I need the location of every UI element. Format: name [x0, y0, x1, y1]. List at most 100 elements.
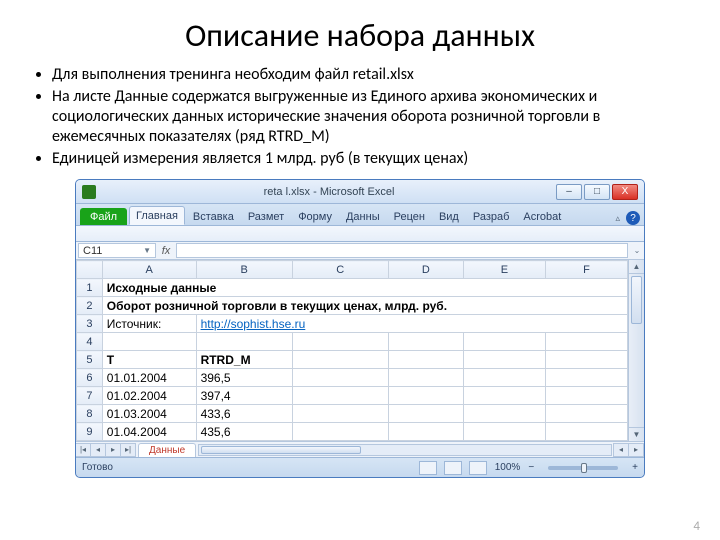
cell[interactable]: Исходные данные	[102, 279, 627, 297]
cell[interactable]	[388, 423, 463, 441]
cell[interactable]	[292, 423, 388, 441]
sheet-nav-first[interactable]: |◂	[75, 443, 91, 457]
cell[interactable]	[463, 351, 545, 369]
formula-bar[interactable]	[176, 243, 628, 258]
sheet-nav-next[interactable]: ▸	[105, 443, 121, 457]
row-header[interactable]: 6	[77, 369, 103, 387]
help-icon[interactable]: ?	[626, 211, 640, 225]
formula-bar-expand-icon[interactable]: ⌄	[630, 242, 644, 259]
namebox[interactable]: C11 ▼	[78, 243, 156, 258]
cell[interactable]: Источник:	[102, 315, 196, 333]
view-normal-button[interactable]	[419, 461, 437, 475]
row-header[interactable]: 4	[77, 333, 103, 351]
file-tab[interactable]: Файл	[80, 208, 127, 225]
formula-bar-row: C11 ▼ fx ⌄	[76, 242, 644, 260]
col-header[interactable]: C	[292, 261, 388, 279]
cell[interactable]	[463, 423, 545, 441]
ribbon-tabstrip: Файл Главная Вставка Размет Форму Данны …	[76, 204, 644, 226]
cell[interactable]: 01.04.2004	[102, 423, 196, 441]
ribbon-tab-insert[interactable]: Вставка	[187, 208, 240, 225]
hscroll-left-icon[interactable]: ◂	[613, 443, 629, 457]
cell-link[interactable]: http://sophist.hse.ru	[196, 315, 627, 333]
ribbon-tab-data[interactable]: Данны	[340, 208, 386, 225]
spreadsheet-grid[interactable]: A B C D E F 1Исходные данные2Оборот розн…	[76, 260, 628, 441]
cell[interactable]: 01.01.2004	[102, 369, 196, 387]
ribbon-tab-home[interactable]: Главная	[129, 206, 185, 225]
maximize-button[interactable]: □	[584, 184, 610, 200]
ribbon-tab-view[interactable]: Вид	[433, 208, 465, 225]
row-header[interactable]: 1	[77, 279, 103, 297]
ribbon-minimize-icon[interactable]: ▵	[615, 213, 620, 224]
hscroll-right-icon[interactable]: ▸	[628, 443, 644, 457]
zoom-out-icon[interactable]: −	[528, 462, 534, 473]
sheet-nav-last[interactable]: ▸|	[120, 443, 136, 457]
namebox-dropdown-icon[interactable]: ▼	[143, 246, 151, 255]
cell[interactable]	[196, 333, 292, 351]
sheet-nav-prev[interactable]: ◂	[90, 443, 106, 457]
fx-label[interactable]: fx	[156, 242, 176, 259]
cell[interactable]	[545, 333, 627, 351]
ribbon-tab-formulas[interactable]: Форму	[292, 208, 338, 225]
scroll-thumb[interactable]	[631, 276, 642, 324]
cell[interactable]	[463, 333, 545, 351]
col-header[interactable]: E	[463, 261, 545, 279]
hscroll-thumb[interactable]	[201, 446, 361, 454]
row-header[interactable]: 3	[77, 315, 103, 333]
vertical-scrollbar[interactable]: ▲ ▼	[628, 260, 644, 441]
cell[interactable]	[545, 423, 627, 441]
cell[interactable]	[463, 369, 545, 387]
row-header[interactable]: 8	[77, 405, 103, 423]
row-header[interactable]: 7	[77, 387, 103, 405]
cell[interactable]: 01.02.2004	[102, 387, 196, 405]
cell[interactable]	[292, 369, 388, 387]
cell[interactable]	[388, 405, 463, 423]
ribbon-tab-developer[interactable]: Разраб	[467, 208, 516, 225]
row-header[interactable]: 9	[77, 423, 103, 441]
cell[interactable]	[545, 387, 627, 405]
cell[interactable]	[545, 369, 627, 387]
cell[interactable]: 433,6	[196, 405, 292, 423]
col-header[interactable]: A	[102, 261, 196, 279]
ribbon-tab-layout[interactable]: Размет	[242, 208, 290, 225]
cell[interactable]	[388, 333, 463, 351]
cell[interactable]	[545, 351, 627, 369]
view-pagebreak-button[interactable]	[469, 461, 487, 475]
cell[interactable]	[388, 387, 463, 405]
cell[interactable]: Оборот розничной торговли в текущих цена…	[102, 297, 627, 315]
cell[interactable]	[292, 333, 388, 351]
cell-header[interactable]: T	[102, 351, 196, 369]
zoom-slider-thumb[interactable]	[581, 463, 587, 473]
select-all-corner[interactable]	[77, 261, 103, 279]
sheet-tab[interactable]: Данные	[138, 443, 196, 457]
cell[interactable]: 01.03.2004	[102, 405, 196, 423]
row-header[interactable]: 2	[77, 297, 103, 315]
cell[interactable]	[545, 405, 627, 423]
cell[interactable]	[292, 387, 388, 405]
scroll-up-icon[interactable]: ▲	[629, 260, 644, 274]
cell[interactable]: 396,5	[196, 369, 292, 387]
cell-header[interactable]: RTRD_M	[196, 351, 292, 369]
ribbon-tab-review[interactable]: Рецен	[388, 208, 431, 225]
cell[interactable]: 435,6	[196, 423, 292, 441]
cell[interactable]	[292, 351, 388, 369]
cell[interactable]	[463, 387, 545, 405]
scroll-down-icon[interactable]: ▼	[629, 427, 644, 441]
minimize-button[interactable]: –	[556, 184, 582, 200]
cell[interactable]	[463, 405, 545, 423]
titlebar[interactable]: reta l.xlsx - Microsoft Excel – □ X	[76, 180, 644, 204]
col-header[interactable]: B	[196, 261, 292, 279]
row-header[interactable]: 5	[77, 351, 103, 369]
view-pagelayout-button[interactable]	[444, 461, 462, 475]
ribbon-tab-acrobat[interactable]: Acrobat	[517, 208, 567, 225]
cell[interactable]	[388, 351, 463, 369]
zoom-in-icon[interactable]: +	[632, 462, 638, 473]
zoom-slider[interactable]	[548, 466, 618, 470]
close-button[interactable]: X	[612, 184, 638, 200]
cell[interactable]	[388, 369, 463, 387]
col-header[interactable]: D	[388, 261, 463, 279]
cell[interactable]: 397,4	[196, 387, 292, 405]
cell[interactable]	[102, 333, 196, 351]
horizontal-scrollbar[interactable]	[198, 444, 612, 456]
cell[interactable]	[292, 405, 388, 423]
col-header[interactable]: F	[545, 261, 627, 279]
